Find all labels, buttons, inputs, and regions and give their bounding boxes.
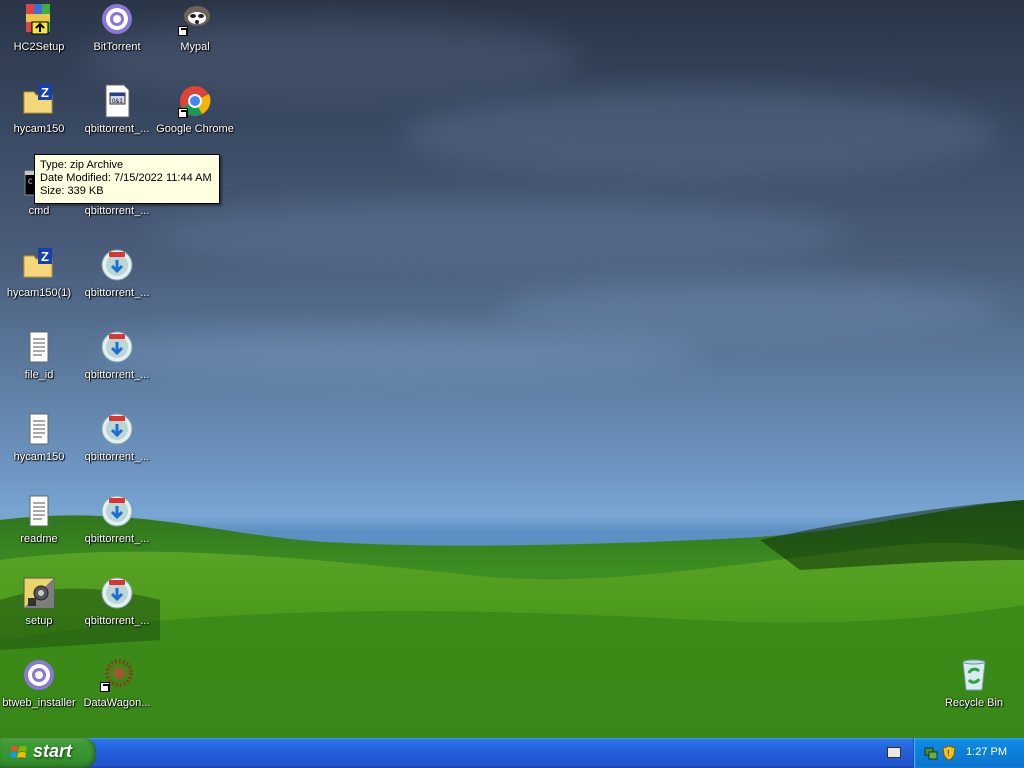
icon-label: qbittorrent_... [84, 533, 150, 545]
desktop-icon-bittorrent[interactable]: BitTorrent [78, 2, 156, 54]
icon-label: hycam150 [13, 123, 65, 135]
icon-label: Recycle Bin [944, 697, 1004, 709]
desktop-icon-qbittorrent-1[interactable]: 0&1 qbittorrent_... [78, 84, 156, 136]
desktop-icon-google-chrome[interactable]: Google Chrome [156, 84, 234, 136]
desktop-icon-datawagon[interactable]: DataWagon... [78, 658, 156, 710]
desktop-icon-hc2setup[interactable]: HC2Setup [0, 2, 78, 54]
winrar-archive-icon [22, 2, 56, 36]
zip-folder-icon: Z [22, 84, 56, 118]
desktop-icon-hycam150-1[interactable]: Z hycam150(1) [0, 248, 78, 300]
desktop-icon-setup[interactable]: setup [0, 576, 78, 628]
desktop-icon-btweb-installer[interactable]: btweb_installer [0, 658, 78, 710]
keyboard-language-icon[interactable] [887, 747, 901, 758]
svg-text:!: ! [947, 749, 950, 758]
text-document-icon [22, 494, 56, 528]
icon-label: DataWagon... [83, 697, 151, 709]
installer-disc-icon [100, 330, 134, 364]
tooltip-size: Size: 339 KB [40, 185, 104, 197]
chrome-icon [178, 84, 212, 118]
svg-text:Z: Z [41, 249, 49, 264]
shortcut-arrow-icon [178, 108, 188, 118]
window-file-icon: 0&1 [100, 84, 134, 118]
system-tray: ! 1:27 PM [913, 738, 1024, 768]
desktop-icon-readme[interactable]: readme [0, 494, 78, 546]
text-document-icon [22, 412, 56, 446]
icon-label: Google Chrome [156, 123, 234, 135]
svg-text:0&1: 0&1 [112, 99, 123, 105]
desktop-icon-qbittorrent-7[interactable]: qbittorrent_... [78, 576, 156, 628]
icon-label: btweb_installer [2, 697, 76, 709]
desktop-icon-recycle-bin[interactable]: Recycle Bin [935, 658, 1013, 710]
icon-label: qbittorrent_... [84, 615, 150, 627]
file-info-tooltip: Type: zip Archive Date Modified: 7/15/20… [34, 154, 220, 204]
text-document-icon [22, 330, 56, 364]
desktop-icon-qbittorrent-5[interactable]: qbittorrent_... [78, 412, 156, 464]
desktop-icon-mypal[interactable]: Mypal [156, 2, 234, 54]
network-icon[interactable] [924, 745, 938, 761]
windows-logo-icon [10, 746, 27, 758]
start-label: start [33, 741, 73, 761]
security-shield-icon[interactable]: ! [942, 745, 956, 761]
tooltip-type: Type: zip Archive [40, 159, 124, 171]
icon-label: BitTorrent [93, 41, 141, 53]
icon-label: qbittorrent_... [84, 287, 150, 299]
desktop-icon-qbittorrent-3[interactable]: qbittorrent_... [78, 248, 156, 300]
icon-label: HC2Setup [13, 41, 65, 53]
icon-label: hycam150 [13, 451, 65, 463]
mypal-raccoon-icon [178, 2, 212, 36]
shortcut-arrow-icon [100, 682, 110, 692]
desktop-icon-hycam150-zip[interactable]: Z hycam150 [0, 84, 78, 136]
desktop-icon-qbittorrent-6[interactable]: qbittorrent_... [78, 494, 156, 546]
installer-disc-icon [100, 248, 134, 282]
tooltip-date-modified: Date Modified: 7/15/2022 11:44 AM [40, 172, 212, 184]
installer-disc-icon [100, 412, 134, 446]
desktop-icon-hycam150-txt[interactable]: hycam150 [0, 412, 78, 464]
desktop-icon-file-id[interactable]: file_id [0, 330, 78, 382]
bittorrent-icon [22, 658, 56, 692]
installer-disc-icon [100, 576, 134, 610]
setup-gear-icon [22, 576, 56, 610]
installer-disc-icon [100, 494, 134, 528]
svg-text:Z: Z [41, 85, 49, 100]
start-button[interactable]: start [0, 738, 96, 768]
icon-label: qbittorrent_... [84, 451, 150, 463]
system-clock[interactable]: 1:27 PM [966, 746, 1007, 758]
icon-label: readme [20, 533, 58, 545]
taskbar: start ! 1:27 PM [0, 738, 1024, 768]
zip-folder-icon: Z [22, 248, 56, 282]
icon-label: qbittorrent_... [84, 369, 150, 381]
icon-label: qbittorrent_... [84, 123, 150, 135]
icon-label: file_id [24, 369, 54, 381]
desktop-icon-qbittorrent-4[interactable]: qbittorrent_... [78, 330, 156, 382]
icon-label: Mypal [180, 41, 210, 53]
datawagon-icon [100, 658, 134, 692]
icon-label: qbittorrent_... [84, 205, 150, 217]
recycle-bin-icon [957, 658, 991, 692]
icon-label: setup [25, 615, 53, 627]
bittorrent-icon [100, 2, 134, 36]
icon-label: cmd [28, 205, 50, 217]
shortcut-arrow-icon [178, 26, 188, 36]
icon-label: hycam150(1) [6, 287, 72, 299]
